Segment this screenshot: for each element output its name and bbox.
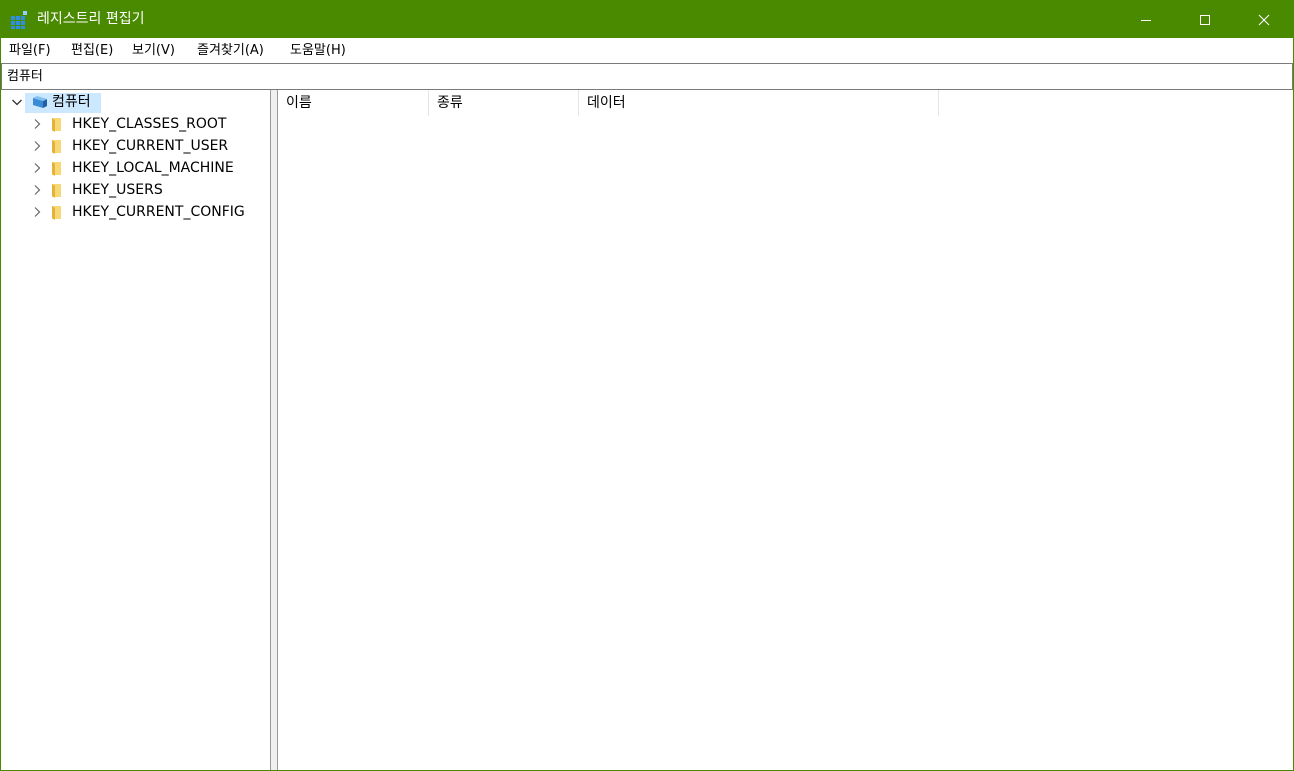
chevron-right-icon[interactable] bbox=[31, 118, 43, 130]
folder-icon bbox=[52, 206, 61, 220]
folder-icon bbox=[52, 118, 61, 132]
maximize-icon bbox=[1200, 14, 1210, 25]
tree-node-label: HKEY_CURRENT_CONFIG bbox=[72, 204, 245, 220]
tree-node-label: HKEY_CLASSES_ROOT bbox=[72, 116, 227, 132]
tree-node-label: HKEY_CURRENT_USER bbox=[72, 138, 229, 154]
menu-bar: 파일(F) 편집(E) 보기(V) 즐겨찾기(A) 도움말(H) bbox=[1, 38, 1293, 63]
tree-node-hkey-users[interactable]: HKEY_USERS bbox=[31, 180, 261, 202]
folder-icon bbox=[52, 184, 61, 198]
folder-icon bbox=[52, 162, 61, 176]
title-bar[interactable]: 레지스트리 편집기 bbox=[1, 1, 1293, 38]
column-header-label: 종류 bbox=[437, 95, 463, 111]
tree-node-hkey-classes-root[interactable]: HKEY_CLASSES_ROOT bbox=[31, 114, 261, 136]
registry-editor-icon bbox=[11, 11, 27, 29]
chevron-right-icon[interactable] bbox=[31, 206, 43, 218]
computer-icon bbox=[33, 96, 47, 108]
chevron-right-icon[interactable] bbox=[31, 140, 43, 152]
tree-node-label: HKEY_LOCAL_MACHINE bbox=[72, 160, 234, 176]
window-title: 레지스트리 편집기 bbox=[37, 11, 145, 27]
minimize-icon bbox=[1141, 19, 1151, 21]
menu-favorites[interactable]: 즐겨찾기(A) bbox=[197, 42, 264, 59]
column-header-label: 이름 bbox=[286, 95, 312, 111]
value-list[interactable]: 이름 종류 데이터 bbox=[277, 90, 1293, 770]
close-icon bbox=[1258, 14, 1270, 25]
tree-node-label: HKEY_USERS bbox=[72, 182, 163, 198]
column-header-label: 데이터 bbox=[587, 95, 626, 111]
chevron-right-icon[interactable] bbox=[31, 162, 43, 174]
tree-node-computer[interactable]: 컴퓨터 bbox=[9, 92, 259, 114]
menu-file[interactable]: 파일(F) bbox=[9, 42, 51, 59]
column-header-type[interactable]: 종류 bbox=[429, 90, 579, 116]
minimize-button[interactable] bbox=[1117, 1, 1175, 38]
registry-editor-window: 레지스트리 편집기 파일(F) 편집(E) 보기(V) 즐겨찾기(A) 도움말(… bbox=[0, 0, 1294, 771]
key-tree[interactable]: 컴퓨터 HKEY_CLASSES_ROOT HKEY_CURRENT_USER bbox=[1, 90, 271, 770]
tree-node-label: 컴퓨터 bbox=[52, 94, 91, 110]
chevron-down-icon[interactable] bbox=[11, 96, 23, 108]
tree-node-hkey-local-machine[interactable]: HKEY_LOCAL_MACHINE bbox=[31, 158, 261, 180]
column-header-name[interactable]: 이름 bbox=[278, 90, 429, 116]
maximize-button[interactable] bbox=[1176, 1, 1234, 38]
chevron-right-icon[interactable] bbox=[31, 184, 43, 196]
address-input[interactable] bbox=[7, 68, 1277, 85]
column-header-data[interactable]: 데이터 bbox=[579, 90, 939, 116]
menu-edit[interactable]: 편집(E) bbox=[71, 42, 113, 59]
tree-node-hkey-current-user[interactable]: HKEY_CURRENT_USER bbox=[31, 136, 261, 158]
tree-node-hkey-current-config[interactable]: HKEY_CURRENT_CONFIG bbox=[31, 202, 266, 224]
address-bar[interactable] bbox=[1, 63, 1293, 90]
folder-icon bbox=[52, 140, 61, 154]
menu-help[interactable]: 도움말(H) bbox=[290, 42, 346, 59]
close-button[interactable] bbox=[1235, 1, 1293, 38]
menu-view[interactable]: 보기(V) bbox=[132, 42, 175, 59]
